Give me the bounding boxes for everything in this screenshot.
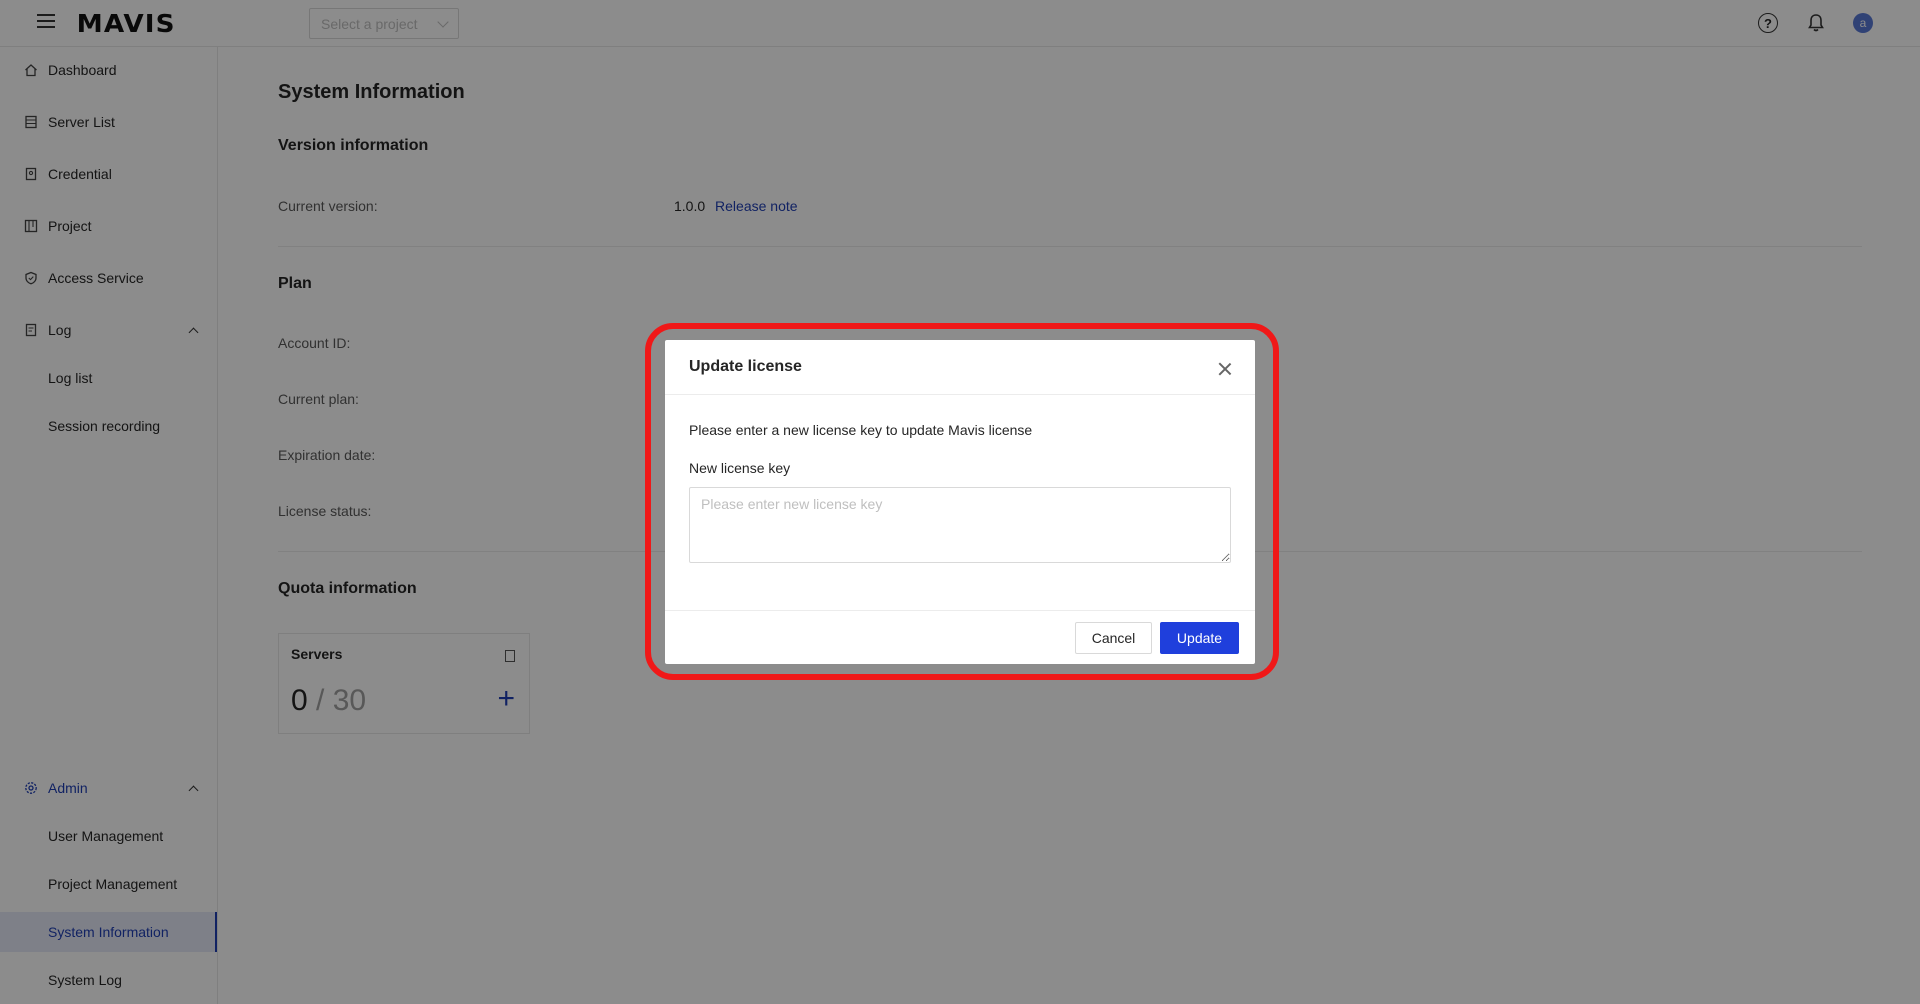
license-key-input[interactable] bbox=[689, 487, 1231, 563]
update-license-modal: Update license Please enter a new licens… bbox=[665, 340, 1255, 664]
modal-title: Update license bbox=[689, 358, 802, 375]
license-key-label: New license key bbox=[689, 460, 791, 476]
cancel-button[interactable]: Cancel bbox=[1075, 622, 1152, 654]
modal-header: Update license bbox=[665, 340, 1255, 395]
close-icon[interactable] bbox=[1218, 362, 1232, 376]
modal-description: Please enter a new license key to update… bbox=[689, 422, 1033, 438]
update-button[interactable]: Update bbox=[1160, 622, 1239, 654]
modal-footer: Cancel Update bbox=[665, 610, 1255, 664]
